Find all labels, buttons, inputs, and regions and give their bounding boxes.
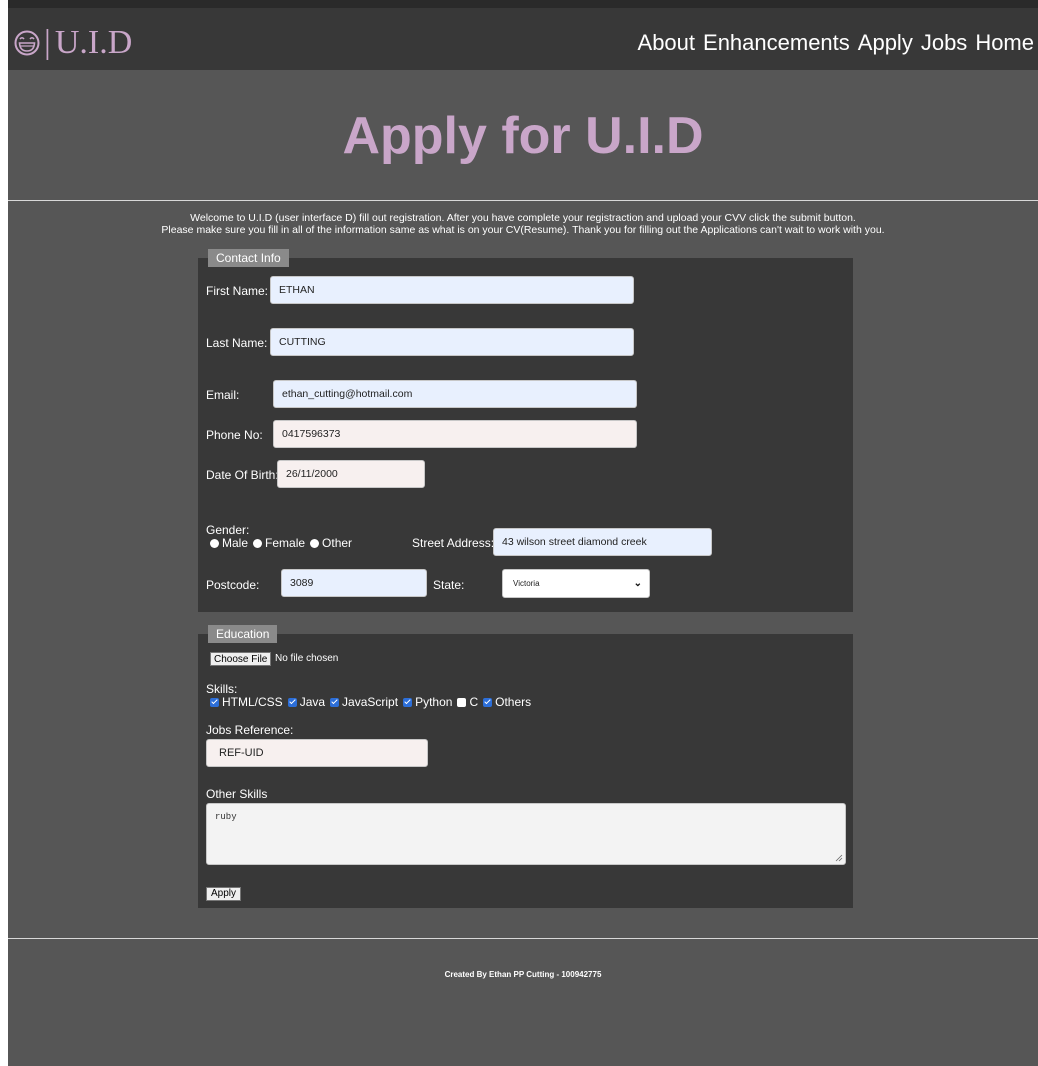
skill-java-label: Java [299,695,326,709]
resize-grip-icon[interactable] [835,854,843,862]
gender-male-label: Male [222,536,249,550]
last-name-label: Last Name: [206,336,268,350]
state-select-value: Victoria [513,579,540,588]
skills-checkbox-group: HTML/CSS Java JavaScript Python C Others [208,695,531,709]
chevron-down-icon: ⌄ [633,578,642,589]
street-address-label: Street Address: [412,536,495,550]
state-select[interactable]: Victoria ⌄ [502,569,650,598]
skill-python-label: Python [415,695,453,709]
first-name-label: First Name: [206,284,269,298]
main-nav: About Enhancements Apply Jobs Home [638,30,1034,56]
navbar: | U.I.D About Enhancements Apply Jobs Ho… [8,8,1038,70]
postcode-label: Postcode: [206,578,260,592]
education-fieldset: Education Choose File No file chosen Ski… [198,625,853,908]
email-input[interactable]: ethan_cutting@hotmail.com [273,380,637,408]
logo-divider: | [44,24,51,61]
skill-htmlcss-label: HTML/CSS [222,695,283,709]
education-legend: Education [208,625,278,643]
hero: Apply for U.I.D [8,70,1038,200]
choose-file-button[interactable]: Choose File [210,652,272,666]
skill-htmlcss-checkbox[interactable] [210,697,219,707]
file-status: No file chosen [275,653,339,664]
logo-text: U.I.D [54,24,133,61]
apply-button[interactable]: Apply [206,887,242,901]
gender-male-radio[interactable] [210,538,219,548]
other-skills-label: Other Skills [206,787,268,801]
nav-link-home[interactable]: Home [975,30,1034,56]
logo[interactable]: | U.I.D [14,24,132,62]
gender-female-radio[interactable] [253,538,263,548]
skill-others-label: Others [495,695,532,709]
skill-java-checkbox[interactable] [287,697,297,707]
other-skills-value: ruby [215,812,237,822]
last-name-input[interactable]: CUTTING [270,328,634,356]
top-strip [8,0,1038,8]
nav-link-jobs[interactable]: Jobs [921,30,967,56]
page-title: Apply for U.I.D [342,107,704,165]
skills-label: Skills: [206,682,238,696]
gender-radio-group: Male Female Other [208,536,352,550]
postcode-input[interactable]: 3089 [281,569,427,597]
footer-text: Created By Ethan PP Cutting - 100942775 [444,970,602,979]
gender-other-radio[interactable] [310,538,320,548]
jobs-reference-label: Jobs Reference: [206,723,294,737]
phone-label: Phone No: [206,428,263,442]
nav-link-apply[interactable]: Apply [858,30,913,56]
intro-line-1: Welcome to U.I.D (user interface D) fill… [190,212,856,224]
skill-c-checkbox[interactable] [457,697,467,707]
laughing-face-icon [14,30,40,56]
phone-input[interactable]: 0417596373 [273,420,637,448]
skill-c-label: C [469,695,479,709]
nav-link-about[interactable]: About [638,30,696,56]
intro-line-2: Please make sure you fill in all of the … [161,224,885,236]
jobs-reference-input[interactable]: REF-UID [206,739,428,767]
dob-label: Date Of Birth: [206,468,279,482]
intro-text: Welcome to U.I.D (user interface D) fill… [8,212,1038,236]
street-address-input[interactable]: 43 wilson street diamond creek [493,528,712,556]
other-skills-textarea[interactable]: ruby [206,803,846,865]
divider-bottom [8,938,1038,939]
skill-python-checkbox[interactable] [403,697,413,707]
contact-info-legend: Contact Info [208,249,289,267]
dob-input[interactable]: 26/11/2000 [277,460,425,488]
gender-label: Gender: [206,523,250,537]
skill-others-checkbox[interactable] [483,697,493,707]
first-name-input[interactable]: ETHAN [270,276,634,304]
contact-info-fieldset: Contact Info First Name: ETHAN Last Name… [198,249,853,612]
email-label: Email: [206,388,240,402]
state-label: State: [433,578,465,592]
divider-top [8,200,1038,201]
gender-female-label: Female [265,536,306,550]
gender-other-label: Other [322,536,353,550]
skill-javascript-checkbox[interactable] [330,697,340,707]
skill-javascript-label: JavaScript [342,695,399,709]
page-background: | U.I.D About Enhancements Apply Jobs Ho… [8,0,1038,1066]
nav-link-enhancements[interactable]: Enhancements [703,30,850,56]
